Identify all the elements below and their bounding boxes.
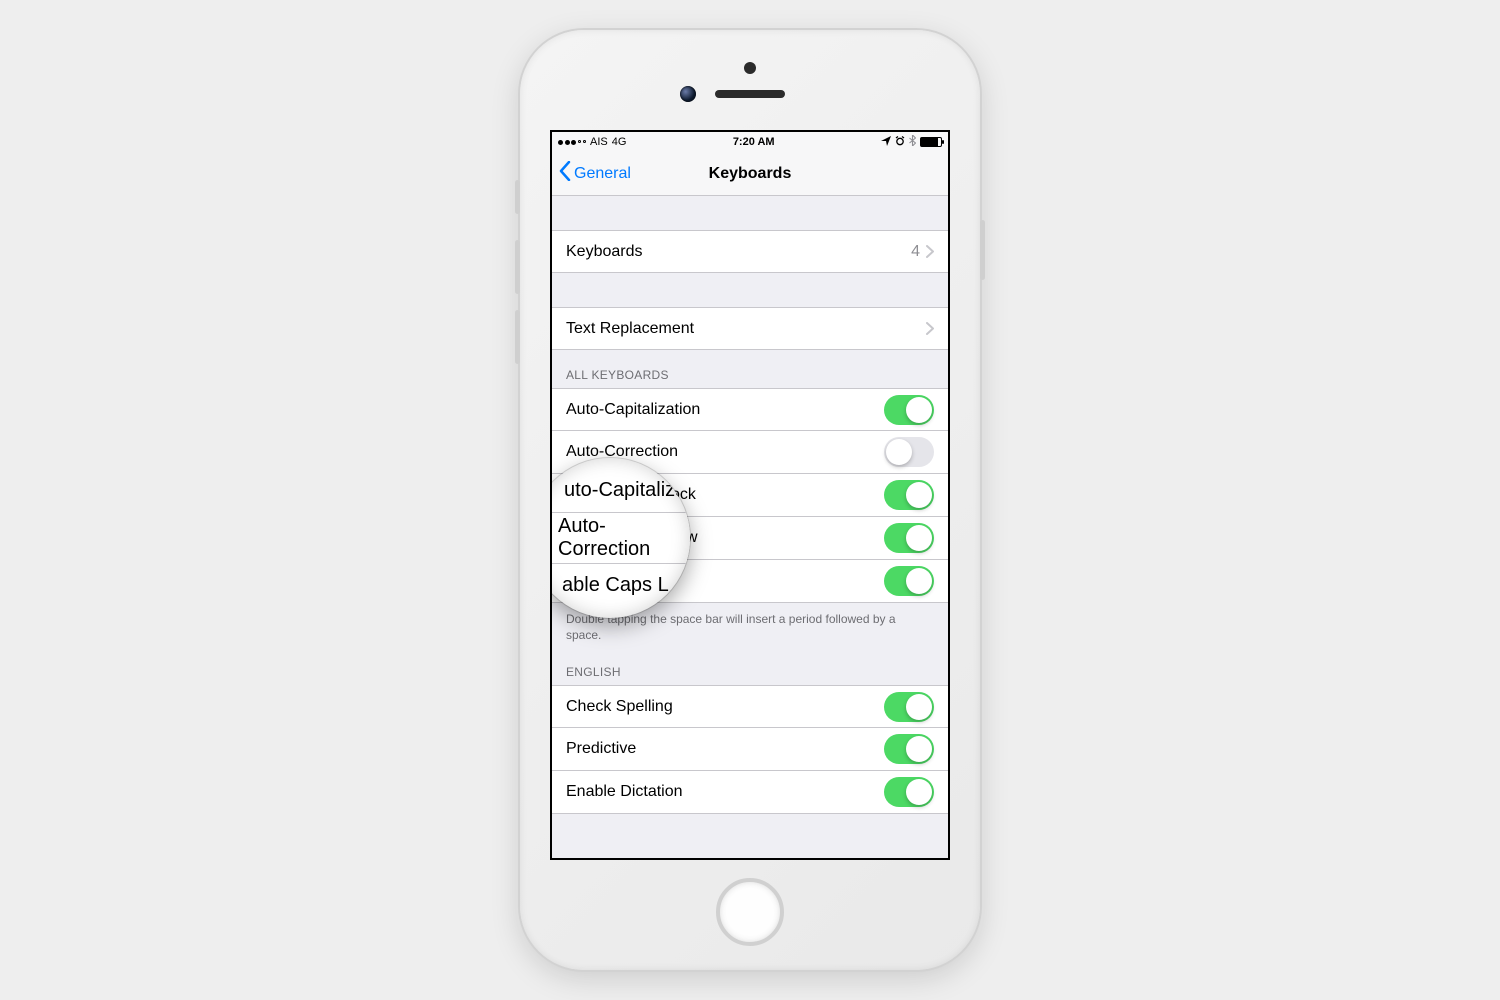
network-label: 4G [612,136,627,148]
bluetooth-icon [909,135,916,149]
keyboards-count: 4 [911,243,920,261]
row-label: Keyboards [566,243,911,261]
english-row[interactable]: Enable Dictation [552,771,948,814]
signal-strength-icon [558,140,586,145]
back-button[interactable]: General [558,161,631,186]
keyboards-row[interactable]: Keyboards 4 [552,230,948,273]
front-camera [680,86,696,102]
power-button [980,220,985,280]
toggle-switch[interactable] [884,734,934,764]
clock: 7:20 AM [733,136,775,148]
magnifier-focus-row: Auto-Correction [552,512,690,564]
toggle-switch[interactable] [884,523,934,553]
page-title: Keyboards [709,165,792,183]
all-keyboards-row[interactable]: Auto-Capitalization [552,388,948,431]
volume-down-button [515,310,520,364]
section-header-all-keyboards: ALL KEYBOARDS [552,350,948,388]
row-label: Text Replacement [566,320,926,338]
row-label: Enable Dictation [566,783,884,801]
row-label: Predictive [566,740,884,758]
text-replacement-row[interactable]: Text Replacement [552,307,948,350]
status-bar: AIS 4G 7:20 AM [552,132,948,152]
settings-content[interactable]: Keyboards 4 Text Replacement ALL KEYBOAR… [552,196,948,858]
carrier-label: AIS [590,136,608,148]
section-header-english: ENGLISH [552,647,948,685]
back-label: General [574,165,631,183]
chevron-left-icon [558,161,572,186]
toggle-switch[interactable] [884,437,934,467]
row-label: Check Spelling [566,698,884,716]
battery-icon [920,137,942,147]
location-icon [881,136,891,149]
mute-switch [515,180,520,214]
alarm-icon [895,136,905,149]
chevron-right-icon [926,322,934,335]
earpiece-speaker [715,90,785,98]
english-row[interactable]: Predictive [552,728,948,771]
screen: AIS 4G 7:20 AM [550,130,950,860]
toggle-switch[interactable] [884,566,934,596]
chevron-right-icon [926,245,934,258]
row-label: Auto-Capitalization [566,401,884,419]
iphone-frame: AIS 4G 7:20 AM [520,30,980,970]
volume-up-button [515,240,520,294]
toggle-switch[interactable] [884,692,934,722]
toggle-switch[interactable] [884,777,934,807]
proximity-sensor [744,62,756,74]
toggle-switch[interactable] [884,395,934,425]
toggle-switch[interactable] [884,480,934,510]
english-row[interactable]: Check Spelling [552,685,948,728]
home-button[interactable] [716,878,784,946]
navigation-bar: General Keyboards [552,152,948,196]
